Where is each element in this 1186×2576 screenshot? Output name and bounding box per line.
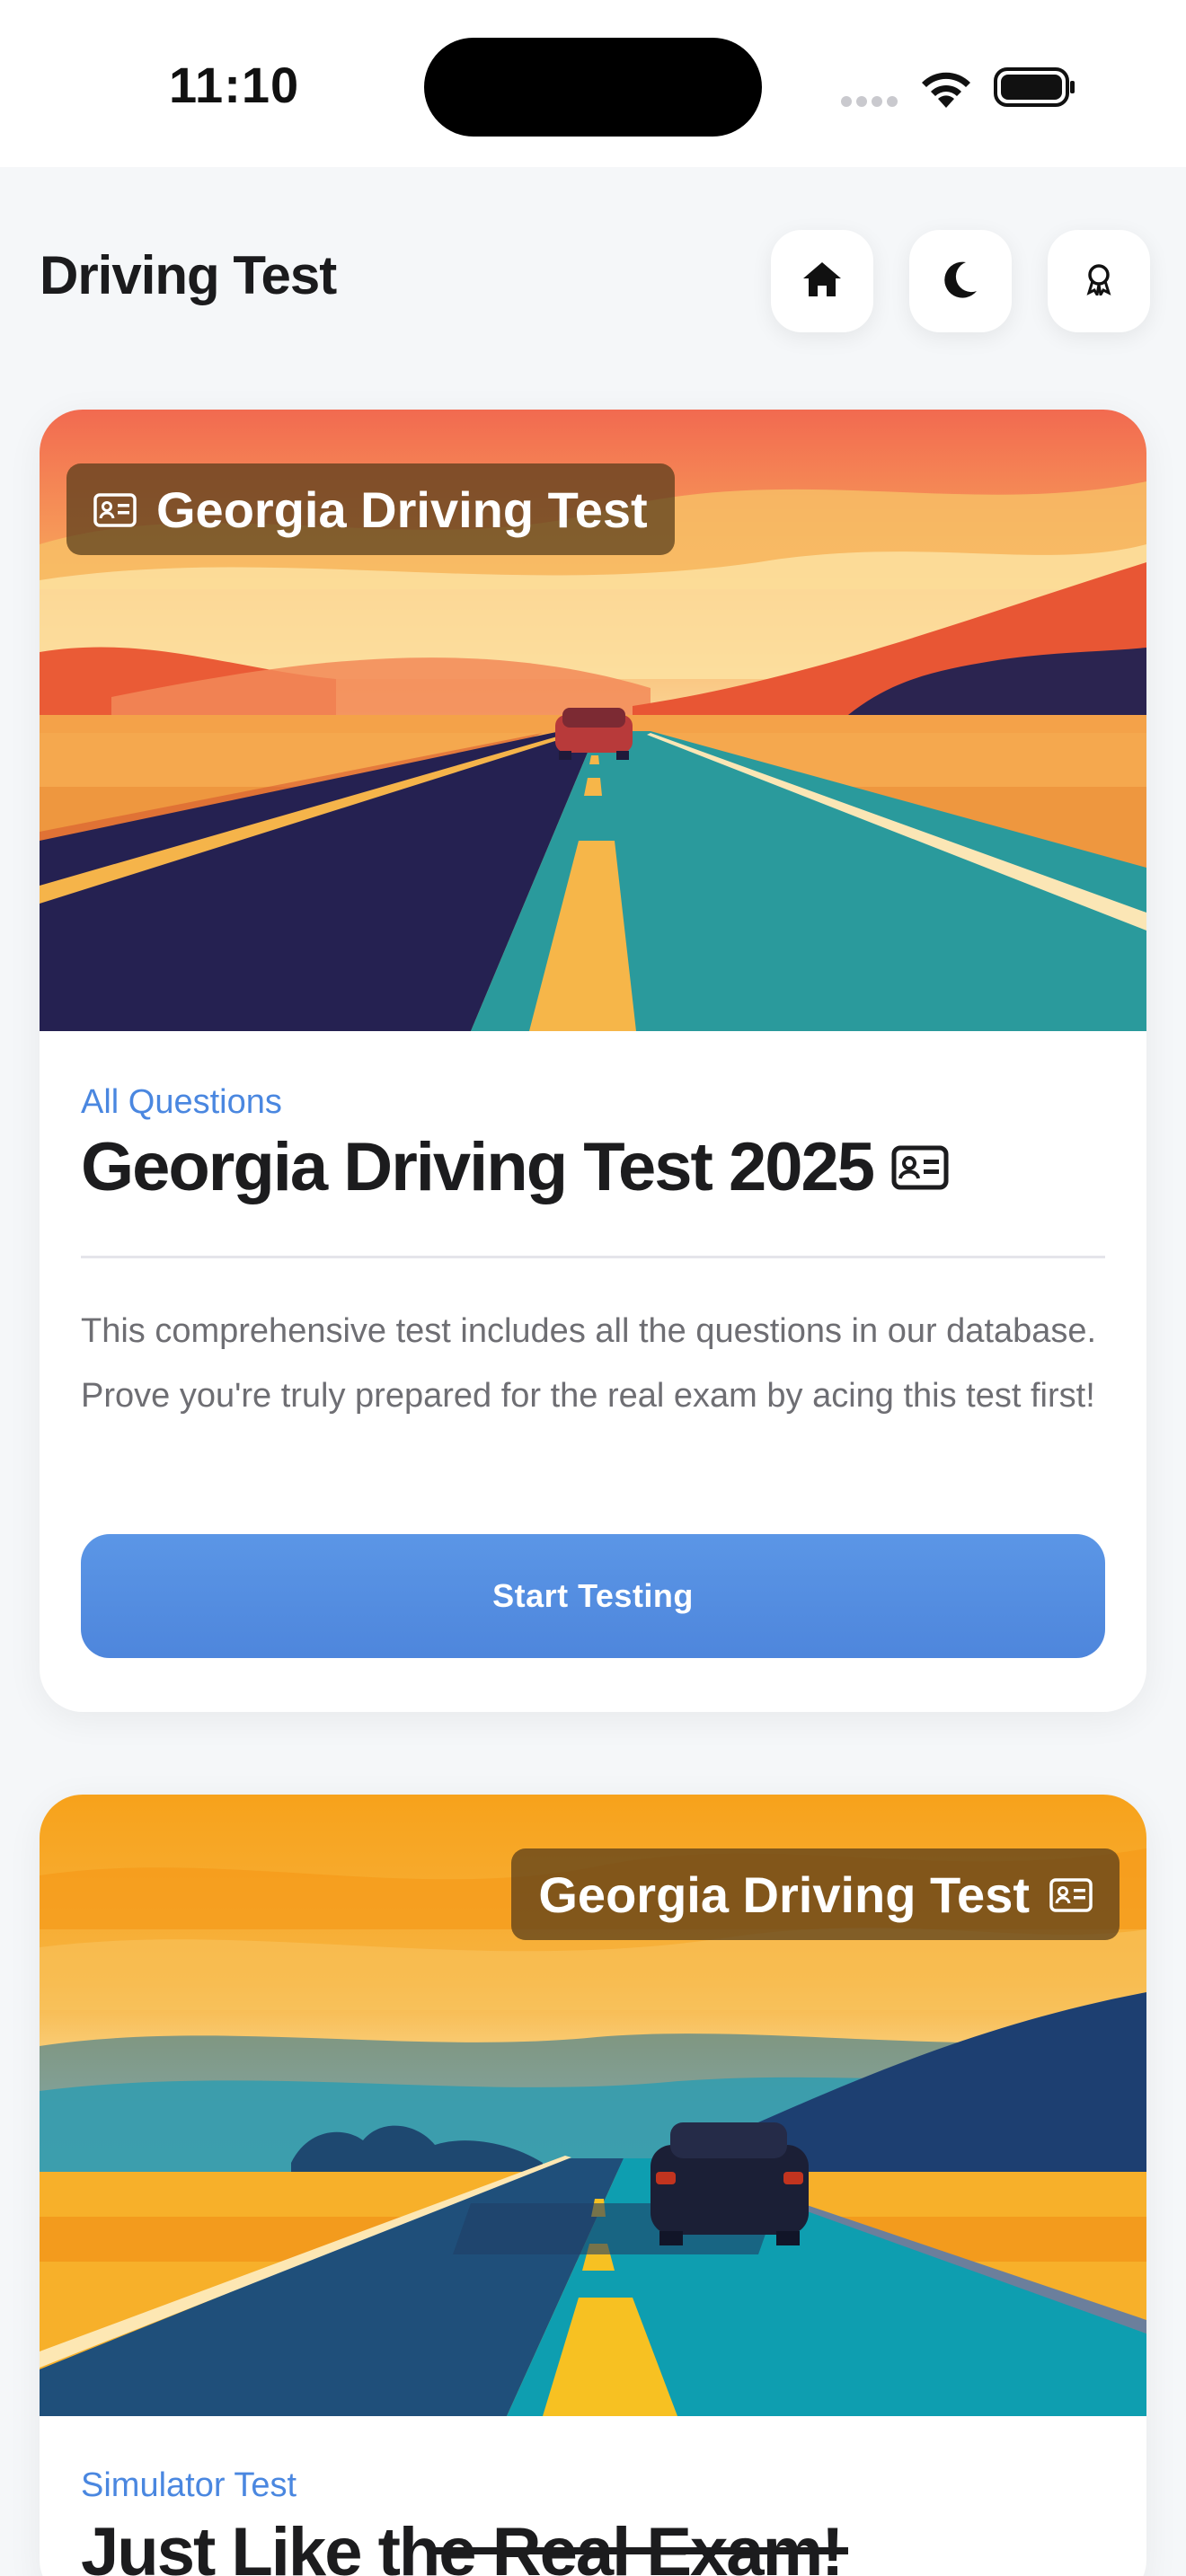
moon-icon [943,260,978,303]
achievements-button[interactable] [1048,230,1150,332]
award-icon [1084,263,1113,300]
test-title-text: Just Like the Real Exam! [81,2514,844,2576]
dark-mode-button[interactable] [909,230,1012,332]
test-badge-label: Georgia Driving Test [538,1866,1030,1923]
id-card-icon [93,481,137,539]
test-category: Simulator Test [81,2466,297,2504]
wifi-icon [918,66,974,110]
test-category: All Questions [81,1083,282,1121]
cellular-signal-icon [841,95,902,108]
page-title: Driving Test [40,245,337,305]
start-testing-button[interactable]: Start Testing [81,1534,1105,1658]
battery-icon [994,66,1076,108]
id-card-icon [891,1128,949,1206]
test-badge-label: Georgia Driving Test [156,481,648,538]
test-title: Georgia Driving Test 2025 [81,1128,949,1206]
dynamic-island [424,38,762,137]
test-description: This comprehensive test includes all the… [81,1312,1097,1415]
id-card-icon [1049,1866,1093,1924]
status-bar: 11:10 [0,0,1186,167]
test-card-simulator[interactable]: Georgia Driving Test Simulator Test Just… [40,1795,1146,2576]
test-title-text: Georgia Driving Test 2025 [81,1129,875,1205]
test-badge: Georgia Driving Test [511,1848,1120,1940]
home-button[interactable] [771,230,873,332]
status-time: 11:10 [169,57,300,113]
divider [81,1256,1105,1258]
test-title: Just Like the Real Exam! [81,2513,844,2576]
home-icon [801,260,843,303]
test-badge: Georgia Driving Test [66,463,675,555]
strikethrough-decoration [435,2547,848,2554]
test-card-all-questions[interactable]: Georgia Driving Test All Questions Georg… [40,410,1146,1712]
